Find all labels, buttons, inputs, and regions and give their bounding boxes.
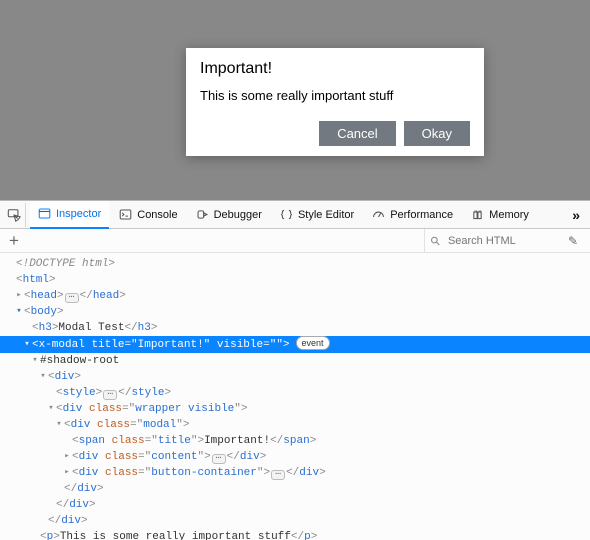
ellipsis-icon[interactable]: … [103,390,117,400]
cancel-button[interactable]: Cancel [319,121,395,146]
dom-tree[interactable]: <!DOCTYPE html> <html> ▸<head>…</head> ▾… [0,253,590,540]
edit-html-icon[interactable]: ✎ [562,234,578,248]
ellipsis-icon[interactable]: … [65,293,79,303]
modal-content: This is some really important stuff [200,88,470,103]
search-input[interactable] [446,234,556,248]
event-badge[interactable]: event [296,336,330,350]
memory-icon [471,208,484,221]
dom-modal-close[interactable]: </div> [0,481,590,497]
dom-p[interactable]: <p>This is some really important stuff</… [0,529,590,540]
console-icon [119,208,132,221]
dom-shadow-div-open[interactable]: ▾<div> [0,369,590,385]
dom-shadow-div-close[interactable]: </div> [0,513,590,529]
page-preview: Important! This is some really important… [0,0,590,200]
dom-span-title[interactable]: <span class="title">Important!</span> [0,433,590,449]
element-picker-button[interactable] [2,203,26,227]
search-html-field[interactable]: ⚲ ✎ [424,229,584,252]
tab-debugger[interactable]: Debugger [188,201,270,229]
style-editor-icon [280,208,293,221]
dom-wrapper-close[interactable]: </div> [0,497,590,513]
tab-style-editor[interactable]: Style Editor [272,201,362,229]
performance-icon [372,208,385,221]
dom-shadow-root[interactable]: ▾#shadow-root [0,353,590,369]
dom-modal-open[interactable]: ▾<div class="modal"> [0,417,590,433]
dom-xmodal-open[interactable]: ▾<x-modal title="Important!" visible="">… [0,336,590,353]
devtools-panel: Inspector Console Debugger Style Editor [0,200,590,540]
dom-div-content[interactable]: ▸<div class="content">…</div> [0,449,590,465]
tab-performance-label: Performance [390,209,453,221]
inspector-icon [38,207,51,220]
ellipsis-icon[interactable]: … [212,454,226,464]
debugger-icon [196,208,209,221]
dom-body-open[interactable]: ▾<body> [0,304,590,320]
add-node-button[interactable]: + [6,232,22,249]
modal-dialog: Important! This is some really important… [186,48,484,156]
tab-inspector[interactable]: Inspector [30,201,109,229]
dom-doctype[interactable]: <!DOCTYPE html> [0,256,590,272]
ellipsis-icon[interactable]: … [271,470,285,480]
modal-title: Important! [200,60,470,78]
element-picker-icon [7,208,21,222]
tab-console[interactable]: Console [111,201,185,229]
search-icon: ⚲ [427,232,443,248]
markup-header: + ⚲ ✎ [0,229,590,253]
tab-inspector-label: Inspector [56,208,101,220]
tab-debugger-label: Debugger [214,209,262,221]
dom-head[interactable]: ▸<head>…</head> [0,288,590,304]
modal-button-row: Cancel Okay [200,121,470,146]
dom-wrapper-open[interactable]: ▾<div class="wrapper visible"> [0,401,590,417]
dom-style-node[interactable]: <style>…</style> [0,385,590,401]
tab-performance[interactable]: Performance [364,201,461,229]
tab-memory[interactable]: Memory [463,201,537,229]
dom-html-open[interactable]: <html> [0,272,590,288]
tab-console-label: Console [137,209,177,221]
tab-style-editor-label: Style Editor [298,209,354,221]
dom-div-buttons[interactable]: ▸<div class="button-container">…</div> [0,465,590,481]
tab-memory-label: Memory [489,209,529,221]
toolbar-overflow-button[interactable]: » [564,207,588,223]
devtools-toolbar: Inspector Console Debugger Style Editor [0,201,590,229]
okay-button[interactable]: Okay [404,121,470,146]
dom-h3[interactable]: <h3>Modal Test</h3> [0,320,590,336]
